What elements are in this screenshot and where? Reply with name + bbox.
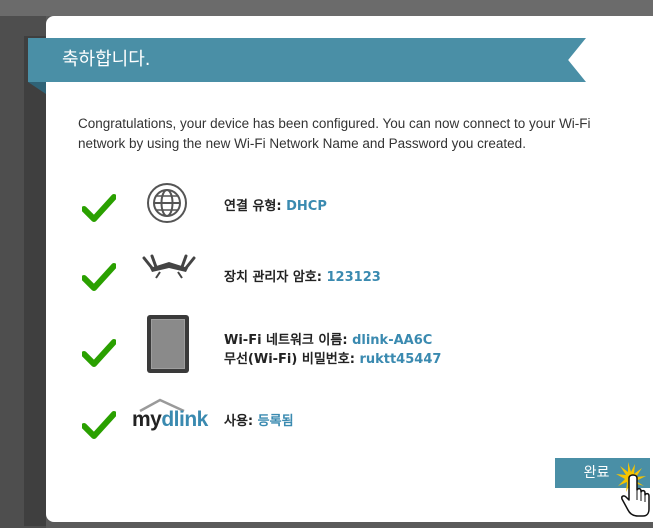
hand-cursor-icon [616,462,650,517]
tablet-icon [147,315,189,373]
finish-button-label: 완료 [583,465,610,481]
connection-type-value: DHCP [286,199,327,214]
connection-type-label: 연결 유형: [224,199,282,214]
globe-icon [147,183,187,223]
backdrop-top [0,0,653,16]
wifi-name-value: dlink-AA6C [352,333,433,348]
router-icon [142,254,196,279]
admin-password: 장치 관리자 암호: 123123 [224,266,381,285]
wifi-password-label: 무선(Wi-Fi) 비밀번호: [224,352,355,367]
intro-text: Congratulations, your device has been co… [78,116,591,151]
admin-password-value: 123123 [326,270,381,285]
wifi-password: 무선(Wi-Fi) 비밀번호: ruktt45447 [224,348,441,367]
mydlink-wordmark: mydlink [132,408,208,432]
wifi-name-label: Wi-Fi 네트워크 이름: [224,333,348,348]
mydlink-status-label: 사용: [224,414,254,429]
mydlink-status-value: 등록됨 [257,414,294,429]
wifi-password-value: ruktt45447 [359,352,442,367]
admin-password-label: 장치 관리자 암호: [224,270,322,285]
mydlink-dlink: dlink [161,408,208,431]
banner-fold [28,82,46,94]
dialog-title: 축하합니다. [62,49,151,70]
check-icon [82,411,116,439]
check-icon [82,263,116,291]
backdrop-stripe [24,36,46,526]
mydlink-status: 사용: 등록됨 [224,410,294,429]
check-icon [82,339,116,367]
connection-type: 연결 유형: DHCP [224,195,327,214]
wifi-name: Wi-Fi 네트워크 이름: dlink-AA6C [224,329,432,348]
mydlink-my: my [132,408,162,431]
mydlink-logo: mydlink [132,398,208,434]
check-icon [82,194,116,222]
